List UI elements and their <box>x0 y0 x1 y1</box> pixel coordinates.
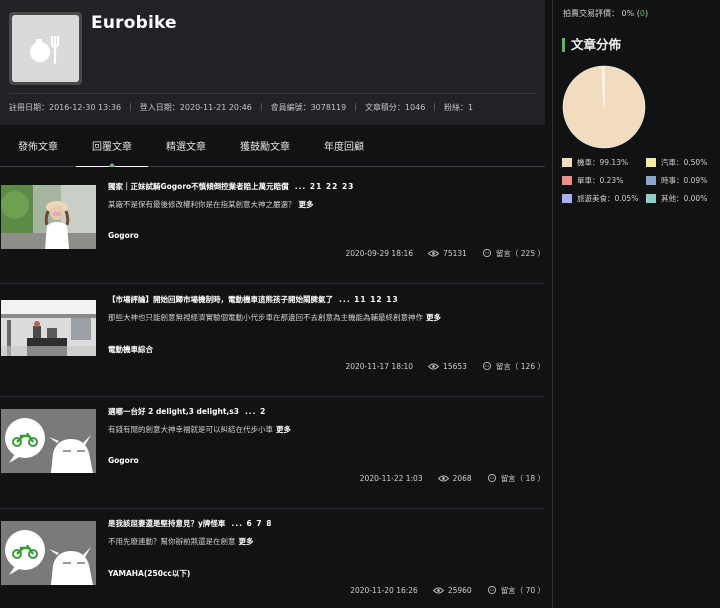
post-title[interactable]: 選哪一台好 2 delight,3 delight,s3... 2 <box>108 406 266 417</box>
legend-item: 時事：0.09% <box>646 175 707 186</box>
post-views: 25960 <box>432 586 472 595</box>
post-thumbnail[interactable] <box>1 521 96 585</box>
stat-member-id: 會員編號：3078119 <box>270 103 347 112</box>
post-date: 2020-09-29 18:16 <box>345 249 414 258</box>
comment-icon <box>482 249 491 258</box>
profile-divider <box>9 93 536 94</box>
post-date: 2020-11-22 1:03 <box>359 474 423 483</box>
stat-article-points: 文章積分：1046 <box>364 103 426 112</box>
motorbike-placeholder-icon <box>1 521 96 585</box>
post-meta: 2020-11-17 18:10 15653 留言（ 126 ） <box>345 361 545 372</box>
post-meta: 2020-11-20 16:26 25960 留言（ 70 ） <box>350 585 545 596</box>
stat-login-date: 登入日期：2020-11-21 20:46 <box>139 103 252 112</box>
legend-swatch <box>562 176 572 185</box>
post-item[interactable]: 【市場評論】開始回歸市場機制時，電動機車這熊孩子開始鬧脾氣了... 11 12 … <box>0 285 545 397</box>
eye-icon <box>428 250 440 257</box>
legend-item: 機車：99.13% <box>562 157 628 168</box>
profile-card: Eurobike 註冊日期：2016-12-30 13:36 | 登入日期：20… <box>0 0 545 125</box>
comment-icon <box>482 362 491 371</box>
motorbike-placeholder-icon <box>1 409 96 473</box>
sidebar-divider <box>552 0 553 608</box>
eye-icon <box>437 475 449 482</box>
more-link[interactable]: 更多 <box>276 425 291 434</box>
tab-annual-review[interactable]: 年度回顧 <box>324 125 364 167</box>
legend-swatch <box>646 176 656 185</box>
tab-replied-articles[interactable]: 回覆文章 <box>76 125 148 167</box>
post-pages[interactable]: ... 21 22 23 <box>295 182 355 191</box>
auction-rating: 拍賣交易評價： 0% (0) <box>563 9 649 18</box>
post-pages[interactable]: ... 11 12 13 <box>339 295 399 304</box>
post-views: 2068 <box>437 474 472 483</box>
post-thumbnail[interactable] <box>1 409 96 473</box>
post-date: 2020-11-20 16:26 <box>350 586 418 595</box>
post-category[interactable]: 電動機車綜合 <box>108 344 153 355</box>
default-avatar-icon <box>29 35 59 64</box>
stat-fans: 粉絲：1 <box>444 103 474 112</box>
post-thumbnail[interactable] <box>1 185 96 249</box>
comment-icon <box>487 474 496 483</box>
post-comments[interactable]: 留言（ 126 ） <box>482 361 545 372</box>
tab-encouraged-articles[interactable]: 獲鼓勵文章 <box>240 125 290 167</box>
post-views: 75131 <box>428 249 467 258</box>
legend-item: 單車：0.23% <box>562 175 623 186</box>
post-item[interactable]: 選哪一台好 2 delight,3 delight,s3... 2 有錢有閒的創… <box>0 397 545 509</box>
post-date: 2020-11-17 18:10 <box>345 362 414 371</box>
post-views: 15653 <box>428 362 467 371</box>
post-excerpt: 某廠不是保有最後修改權利你是在指某創意大神之嚴選？ 更多 <box>108 200 314 209</box>
username: Eurobike <box>91 13 177 33</box>
post-pages[interactable]: ... 6 7 8 <box>231 519 272 528</box>
more-link[interactable]: 更多 <box>299 200 314 209</box>
legend-swatch <box>562 158 572 167</box>
legend-swatch <box>562 194 572 203</box>
post-excerpt: 那些大神也只能創意無視經濟實驗個電動小代步車在那邊回不去創意為主機能為輔最終創意… <box>108 313 441 322</box>
article-distribution-title: 文章分佈 <box>562 38 621 52</box>
stat-separator: | <box>433 102 436 111</box>
post-title[interactable]: 獨家｜正妹試騎Gogoro不慎傾倒控業者賠上萬元賠償... 21 22 23 <box>108 181 354 192</box>
legend-swatch <box>646 194 656 203</box>
comment-icon <box>487 586 496 595</box>
article-distribution-pie-chart <box>562 65 646 149</box>
post-title[interactable]: 是我該屈妻還是堅持意見？y牌怪車... 6 7 8 <box>108 518 272 529</box>
photo-woman-helmet-icon <box>1 185 96 249</box>
post-pages[interactable]: ... 2 <box>245 407 266 416</box>
stat-separator: | <box>259 102 263 111</box>
post-comments[interactable]: 留言（ 70 ） <box>487 585 545 596</box>
more-link[interactable]: 更多 <box>239 537 254 546</box>
post-meta: 2020-11-22 1:03 2068 留言（ 18 ） <box>360 473 545 484</box>
stat-separator: | <box>129 102 132 111</box>
profile-tabs: 發佈文章 回覆文章 精選文章 獲鼓勵文章 年度回顧 <box>0 125 545 167</box>
post-comments[interactable]: 留言（ 18 ） <box>487 473 545 484</box>
post-category[interactable]: Gogoro <box>108 456 139 465</box>
eye-icon <box>432 587 444 594</box>
post-thumbnail[interactable] <box>1 300 96 356</box>
avatar[interactable] <box>9 12 82 85</box>
post-title[interactable]: 【市場評論】開始回歸市場機制時，電動機車這熊孩子開始鬧脾氣了... 11 12 … <box>108 294 399 305</box>
post-category[interactable]: Gogoro <box>108 231 139 240</box>
more-link[interactable]: 更多 <box>426 313 441 322</box>
post-category[interactable]: YAMAHA(250cc以下) <box>108 568 190 579</box>
legend-item: 旅遊美食：0.05% <box>562 193 638 204</box>
post-meta: 2020-09-29 18:16 75131 留言（ 225 ） <box>345 248 545 259</box>
tab-featured-articles[interactable]: 精選文章 <box>166 125 206 167</box>
post-item[interactable]: 獨家｜正妹試騎Gogoro不慎傾倒控業者賠上萬元賠償... 21 22 23 某… <box>0 172 545 284</box>
post-excerpt: 有錢有閒的創意大神幸福就是可以糾結在代步小車 更多 <box>108 425 291 434</box>
tab-label: 回覆文章 <box>92 142 132 153</box>
rating-value: 0% <box>621 9 635 18</box>
legend-swatch <box>646 158 656 167</box>
legend-item: 汽車：0.50% <box>646 157 707 168</box>
post-item[interactable]: 是我該屈妻還是堅持意見？y牌怪車... 6 7 8 不用先廢連動？幫你辦前煞還是… <box>0 509 545 608</box>
legend-item: 其他：0.00% <box>646 193 707 204</box>
active-tab-indicator <box>108 163 116 167</box>
profile-stats: 註冊日期：2016-12-30 13:36 | 登入日期：2020-11-21 … <box>9 102 481 113</box>
post-excerpt: 不用先廢連動？幫你辦前煞還是在創意 更多 <box>108 537 254 546</box>
post-comments[interactable]: 留言（ 225 ） <box>482 248 545 259</box>
stat-register-date: 註冊日期：2016-12-30 13:36 <box>9 103 122 112</box>
stat-separator: | <box>354 102 357 111</box>
photo-showroom-icon <box>1 300 96 356</box>
tab-posted-articles[interactable]: 發佈文章 <box>18 125 58 167</box>
eye-icon <box>428 363 440 370</box>
